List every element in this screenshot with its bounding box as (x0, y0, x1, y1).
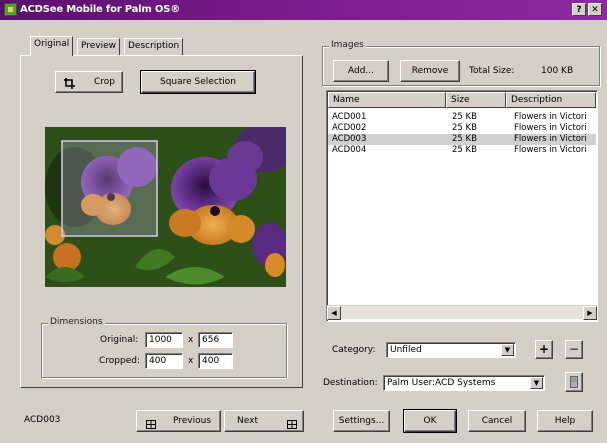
remove-category-button[interactable]: − (565, 340, 583, 359)
category-label: Category: (332, 345, 376, 355)
destination-value: Palm User:ACD Systems (387, 378, 496, 388)
crop-icon (64, 77, 75, 89)
item-description: Flowers in Victori (514, 134, 587, 144)
original-width-field: 1000 (145, 332, 183, 348)
original-height-field: 656 (198, 332, 233, 348)
images-legend: Images (329, 40, 366, 50)
title-bar[interactable]: ACDSee Mobile for Palm OS® ? ✕ (0, 0, 607, 20)
column-header-size[interactable]: Size (446, 92, 506, 108)
chevron-down-icon[interactable]: ▼ (501, 344, 514, 356)
column-header-description[interactable]: Description (506, 92, 596, 108)
window-title: ACDSee Mobile for Palm OS® (20, 4, 181, 15)
palm-device-icon (570, 376, 578, 388)
flower-photo (45, 127, 286, 287)
item-description: Flowers in Victori (514, 112, 587, 122)
item-name: ACD002 (332, 123, 367, 133)
list-item[interactable]: ACD002 25 KB Flowers in Victori (328, 123, 596, 134)
chevron-down-icon[interactable]: ▼ (530, 377, 543, 389)
original-label: Original: (100, 335, 139, 345)
horizontal-scrollbar[interactable]: ◀ ▶ (327, 305, 597, 320)
close-button[interactable]: ✕ (588, 3, 602, 16)
add-button[interactable]: Add... (333, 60, 389, 82)
dimensions-legend: Dimensions (48, 317, 105, 327)
app-icon (4, 3, 17, 16)
previous-label: Previous (173, 416, 212, 426)
previous-button[interactable]: Previous (136, 410, 221, 432)
item-description: Flowers in Victori (514, 123, 587, 133)
next-label: Next (237, 416, 258, 426)
tab-description[interactable]: Description (124, 38, 184, 55)
crop-label: Crop (94, 77, 116, 87)
tab-preview[interactable]: Preview (77, 38, 121, 55)
square-selection-button[interactable]: Square Selection (140, 70, 256, 94)
cropped-label: Cropped: (99, 356, 141, 366)
destination-browse-button[interactable] (565, 372, 583, 392)
list-item-selected[interactable]: ACD003 25 KB Flowers in Victori (328, 134, 596, 145)
remove-button[interactable]: Remove (400, 60, 460, 82)
item-size: 25 KB (452, 145, 477, 155)
destination-select[interactable]: Palm User:ACD Systems ▼ (383, 375, 545, 391)
x-separator-2: x (188, 356, 194, 366)
main-window: ACDSee Mobile for Palm OS® ? ✕ Original … (0, 0, 607, 443)
x-separator: x (188, 335, 194, 345)
cropped-height-field[interactable]: 400 (198, 353, 233, 369)
current-image-label: ACD003 (24, 415, 61, 425)
item-size: 25 KB (452, 112, 477, 122)
scroll-left-icon[interactable]: ◀ (327, 306, 341, 320)
cropped-width-field[interactable]: 400 (145, 353, 183, 369)
column-header-name[interactable]: Name (328, 92, 446, 108)
item-size: 25 KB (452, 123, 477, 133)
destination-label: Destination: (323, 378, 378, 388)
total-size-label: Total Size: (469, 66, 515, 76)
ok-button[interactable]: OK (403, 409, 457, 433)
settings-button[interactable]: Settings... (333, 410, 390, 432)
help-button[interactable]: Help (537, 410, 593, 432)
crop-button[interactable]: Crop (55, 71, 123, 93)
category-select[interactable]: Unfiled ▼ (386, 342, 516, 358)
tab-original[interactable]: Original (30, 36, 74, 56)
scroll-right-icon[interactable]: ▶ (583, 306, 597, 320)
item-name: ACD001 (332, 112, 367, 122)
category-value: Unfiled (390, 345, 422, 355)
cancel-button[interactable]: Cancel (468, 410, 526, 432)
next-button[interactable]: Next (224, 410, 304, 432)
list-item[interactable]: ACD001 25 KB Flowers in Victori (328, 112, 596, 123)
item-name: ACD004 (332, 145, 367, 155)
help-title-button[interactable]: ? (572, 3, 586, 16)
total-size-value: 100 KB (541, 66, 574, 76)
add-category-button[interactable]: + (535, 340, 553, 359)
image-preview[interactable] (45, 127, 286, 287)
item-size: 25 KB (452, 134, 477, 144)
list-item[interactable]: ACD004 25 KB Flowers in Victori (328, 145, 596, 156)
filmstrip-right-icon (287, 417, 297, 437)
filmstrip-left-icon (146, 417, 156, 437)
item-name: ACD003 (332, 134, 367, 144)
item-description: Flowers in Victori (514, 145, 587, 155)
